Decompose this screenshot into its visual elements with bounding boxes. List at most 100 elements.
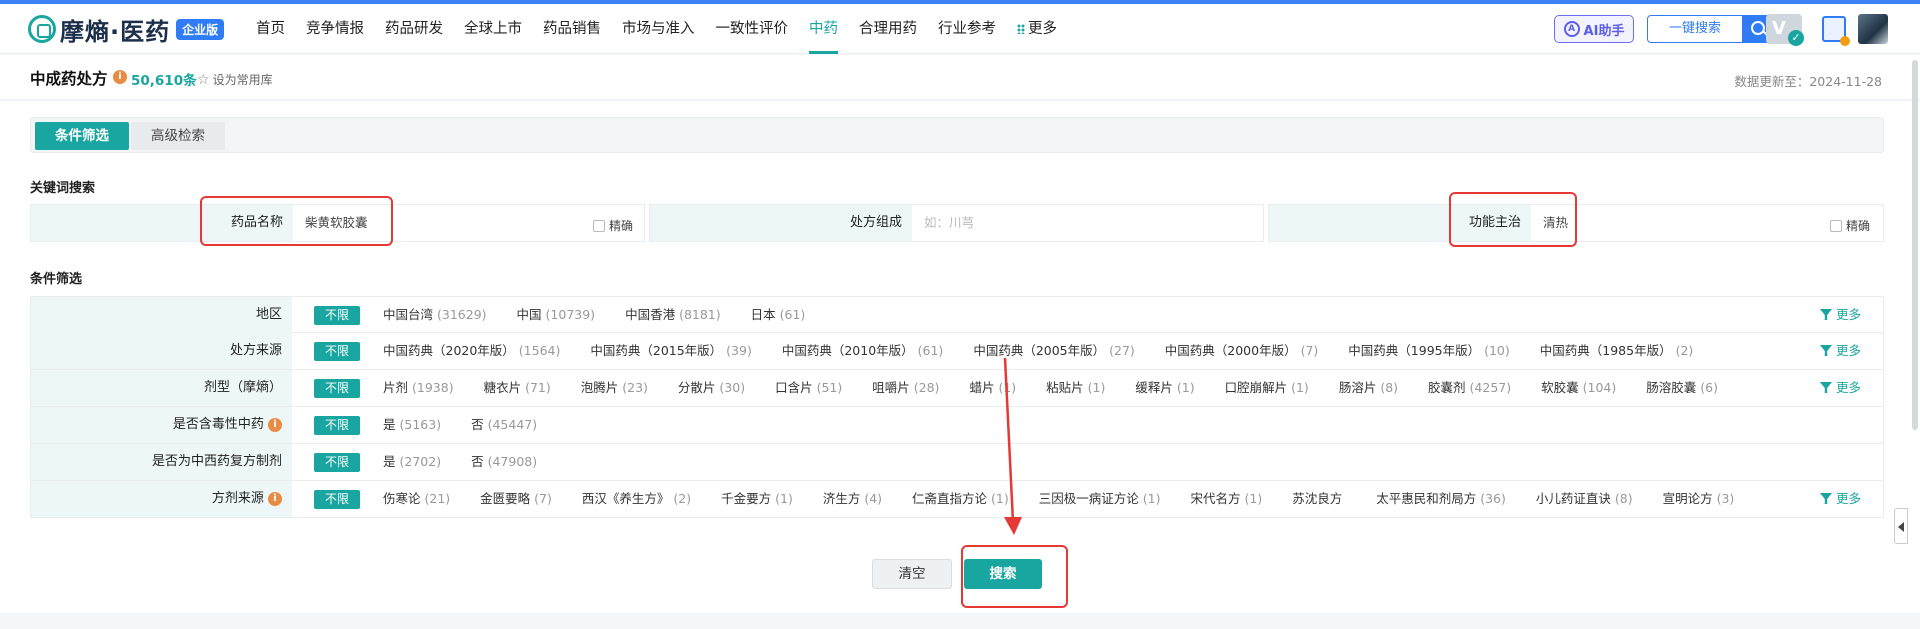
drug-name-exact-checkbox[interactable]: 精确: [593, 217, 633, 234]
notification-dot: [1840, 36, 1850, 46]
filter-option[interactable]: 肠溶胶囊 (6): [1646, 380, 1718, 395]
filter-option[interactable]: 中国药典（2005年版） (27): [973, 343, 1134, 358]
collapse-panel-handle[interactable]: [1894, 508, 1908, 544]
filter-option[interactable]: 小儿药证直诀 (8): [1536, 491, 1633, 506]
filter-option[interactable]: 三因极一病证方论 (1): [1039, 491, 1161, 506]
filter-option[interactable]: 中国台湾 (31629): [383, 307, 487, 322]
filter-option[interactable]: 是 (2702): [383, 454, 441, 469]
ai-assistant-button[interactable]: A AI助手: [1554, 15, 1634, 43]
nav-more-label: 更多: [1028, 21, 1057, 37]
option-count: (23): [622, 380, 648, 395]
unlimited-option[interactable]: 不限: [314, 342, 360, 361]
tab-advanced-search[interactable]: 高级检索: [131, 122, 225, 150]
filter-option[interactable]: 仁斋直指方论 (1): [912, 491, 1009, 506]
set-favorite-button[interactable]: ☆ 设为常用库: [197, 71, 273, 88]
option-name: 仁斋直指方论: [912, 491, 988, 506]
option-name: 宣明论方: [1662, 491, 1713, 506]
option-name: 中国药典（1985年版）: [1539, 343, 1672, 358]
vip-badge[interactable]: V ✓: [1766, 14, 1804, 46]
nav-item[interactable]: 首页: [256, 4, 285, 54]
filter-label-text: 是否为中西药复方制剂: [151, 454, 282, 469]
filter-option[interactable]: 软胶囊 (104): [1541, 380, 1616, 395]
search-panel: 条件筛选 高级检索 关键词搜索 药品名称 柴黄软胶囊 精确 处方组成 如：川芎 …: [0, 101, 1920, 613]
avatar[interactable]: [1858, 14, 1888, 44]
info-icon[interactable]: i: [113, 70, 127, 84]
nav-item[interactable]: 药品销售: [543, 4, 601, 54]
filter-option[interactable]: 日本 (61): [751, 307, 806, 322]
unlimited-option[interactable]: 不限: [314, 453, 360, 472]
filter-option[interactable]: 胶囊剂 (4257): [1428, 380, 1511, 395]
more-filter-button[interactable]: 更多: [1819, 297, 1861, 333]
clear-button[interactable]: 清空: [872, 559, 952, 589]
more-filter-button[interactable]: 更多: [1819, 370, 1861, 406]
exact-label: 精确: [1846, 219, 1871, 233]
filter-option[interactable]: 泡腾片 (23): [581, 380, 648, 395]
quick-search-input[interactable]: 一键搜索: [1647, 15, 1743, 43]
filter-option[interactable]: 太平惠民和剂局方 (36): [1376, 491, 1506, 506]
filter-option[interactable]: 中国药典（1985年版） (2): [1540, 343, 1694, 358]
info-icon[interactable]: i: [268, 491, 282, 506]
nav-more[interactable]: 更多: [1017, 4, 1057, 54]
filter-option[interactable]: 济生方 (4): [823, 491, 882, 506]
filter-option[interactable]: 中国药典（2000年版） (7): [1165, 343, 1319, 358]
option-name: 泡腾片: [580, 380, 619, 395]
info-icon[interactable]: i: [268, 417, 282, 432]
nav-item[interactable]: 合理用药: [859, 4, 917, 54]
more-label: 更多: [1835, 380, 1861, 395]
filter-option[interactable]: 中国 (10739): [517, 307, 596, 322]
notebook-icon[interactable]: [1822, 16, 1850, 46]
main-menu: 首页 竞争情报 药品研发 全球上市 药品销售 市场与准入 一致性评价 中药 合理用药 行业参考 更多: [256, 4, 1078, 54]
option-count: (36): [1480, 491, 1506, 506]
composition-input[interactable]: 如：川芎: [912, 205, 1262, 241]
brand-logo[interactable]: 摩熵·医药 企业版: [28, 12, 225, 46]
nav-item[interactable]: 竞争情报: [306, 4, 364, 54]
page-scrollbar[interactable]: [1912, 60, 1918, 430]
filter-option[interactable]: 中国药典（2020年版） (1564): [383, 343, 560, 358]
filter-option[interactable]: 肠溶片 (8): [1339, 380, 1398, 395]
keyword-section-heading: 关键词搜索: [30, 181, 96, 196]
filter-option[interactable]: 中国药典（2010年版） (61): [782, 343, 943, 358]
filter-option[interactable]: 宋代名方 (1): [1190, 491, 1262, 506]
tab-condition-filter[interactable]: 条件筛选: [35, 122, 129, 150]
filter-option[interactable]: 糖衣片 (71): [484, 380, 551, 395]
more-filter-button[interactable]: 更多: [1819, 333, 1861, 369]
filter-option[interactable]: 中国药典（2015年版） (39): [590, 343, 751, 358]
filter-option[interactable]: 西汉《养生方》 (2): [582, 491, 691, 506]
filter-option[interactable]: 蜡片 (1): [969, 380, 1016, 395]
page-header: 中成药处方 i 50,610条 ☆ 设为常用库 数据更新至：2024-11-28: [0, 55, 1920, 100]
more-filter-button[interactable]: 更多: [1819, 481, 1861, 517]
filter-option[interactable]: 粘贴片 (1): [1046, 380, 1105, 395]
nav-item[interactable]: 全球上市: [464, 4, 522, 54]
unlimited-option[interactable]: 不限: [314, 379, 360, 398]
filter-option[interactable]: 中国药典（1995年版） (10): [1348, 343, 1509, 358]
nav-item[interactable]: 行业参考: [938, 4, 996, 54]
filter-option[interactable]: 口腔崩解片 (1): [1225, 380, 1309, 395]
nav-item[interactable]: 市场与准入: [622, 4, 695, 54]
option-count: (27): [1109, 343, 1135, 358]
filter-option[interactable]: 伤寒论 (21): [383, 491, 450, 506]
unlimited-option[interactable]: 不限: [314, 490, 360, 509]
option-count: (71): [525, 380, 551, 395]
page-title: 中成药处方: [30, 70, 108, 88]
filter-option[interactable]: 口含片 (51): [775, 380, 842, 395]
unlimited-option[interactable]: 不限: [314, 306, 360, 325]
filter-option[interactable]: 分散片 (30): [678, 380, 745, 395]
filter-option[interactable]: 咀嚼片 (28): [872, 380, 939, 395]
unlimited-option[interactable]: 不限: [314, 416, 360, 435]
filter-option[interactable]: 宣明论方 (3): [1663, 491, 1735, 506]
option-name: 咀嚼片: [872, 380, 910, 395]
filter-option[interactable]: 苏沈良方: [1292, 491, 1346, 506]
nav-item[interactable]: 中药: [809, 4, 838, 54]
filter-option[interactable]: 是 (5163): [383, 417, 441, 432]
filter-option[interactable]: 否 (45447): [471, 417, 537, 432]
function-exact-checkbox[interactable]: 精确: [1830, 217, 1870, 234]
filter-option[interactable]: 金匮要略 (7): [480, 491, 552, 506]
filter-option[interactable]: 否 (47908): [471, 454, 537, 469]
filter-option[interactable]: 片剂 (1938): [383, 380, 454, 395]
nav-item[interactable]: 药品研发: [385, 4, 443, 54]
filter-option[interactable]: 缓释片 (1): [1135, 380, 1194, 395]
more-label: 更多: [1835, 343, 1861, 358]
filter-option[interactable]: 中国香港 (8181): [625, 307, 721, 322]
nav-item[interactable]: 一致性评价: [716, 4, 789, 54]
filter-option[interactable]: 千金要方 (1): [721, 491, 793, 506]
